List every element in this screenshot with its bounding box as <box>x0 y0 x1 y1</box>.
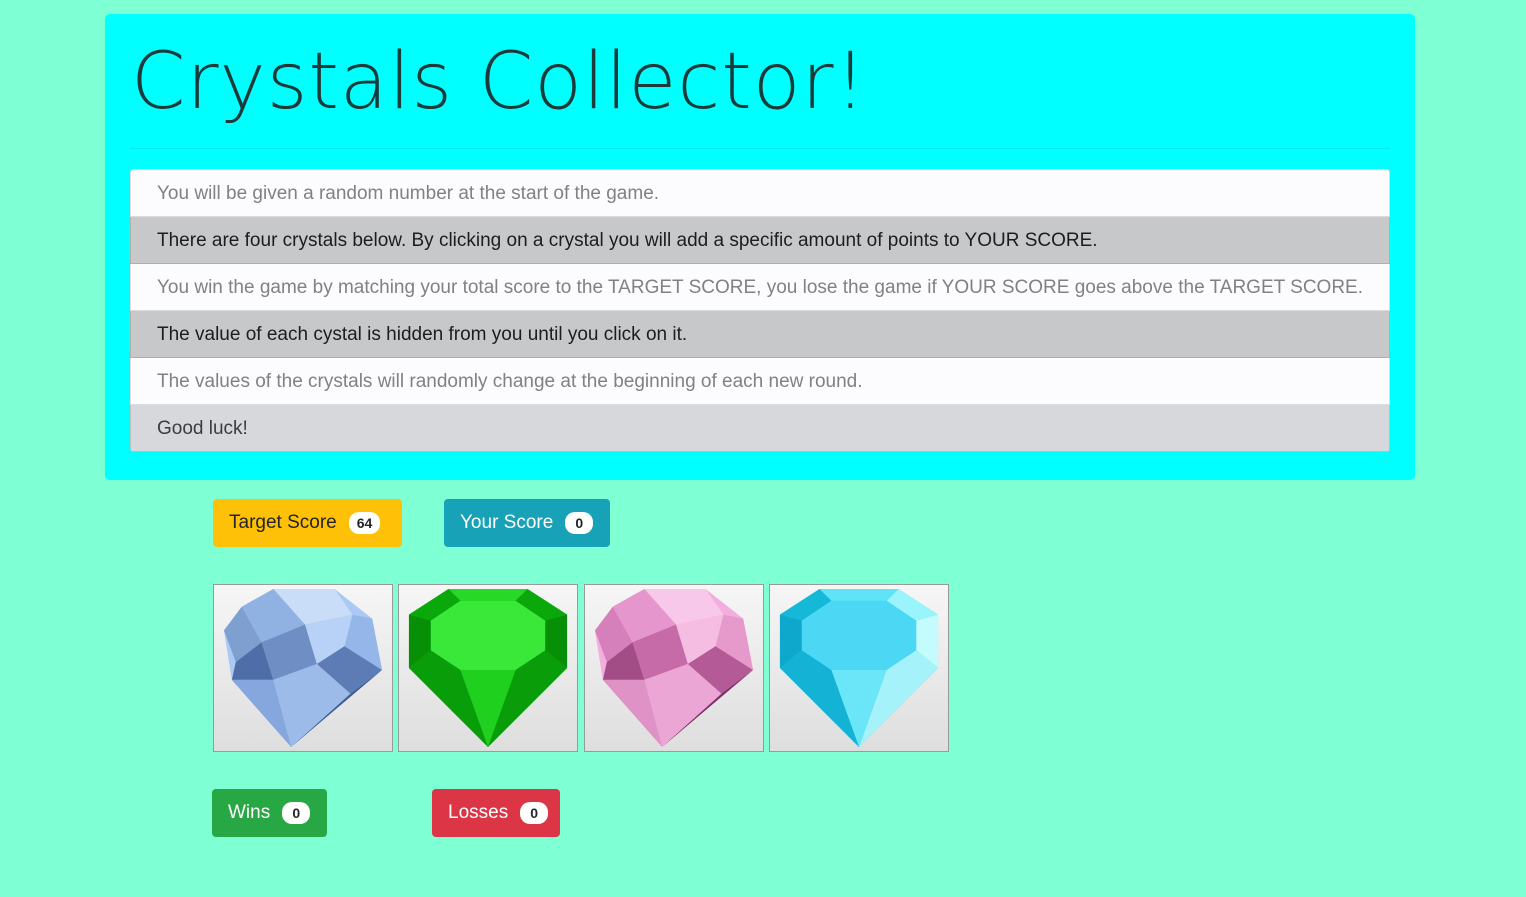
wins-badge: 0 <box>282 802 311 824</box>
list-item: You will be given a random number at the… <box>130 169 1390 217</box>
wins-button[interactable]: Wins 0 <box>212 789 327 837</box>
list-item: Good luck! <box>130 405 1390 452</box>
pink-crystal-icon <box>594 588 754 748</box>
losses-label: Losses <box>448 802 509 823</box>
blue-crystal-icon <box>223 588 383 748</box>
cyan-crystal-icon <box>779 588 939 748</box>
rules-list: You will be given a random number at the… <box>130 169 1390 452</box>
blue-crystal-button[interactable] <box>213 584 393 752</box>
cyan-crystal-button[interactable] <box>769 584 949 752</box>
losses-badge: 0 <box>520 802 549 824</box>
green-crystal-icon <box>408 588 568 748</box>
list-item: The value of each cystal is hidden from … <box>130 311 1390 358</box>
wins-label: Wins <box>228 802 271 823</box>
game-header-panel: Crystals Collector! You will be given a … <box>105 14 1415 480</box>
page-title: Crystals Collector! <box>131 37 867 127</box>
green-crystal-button[interactable] <box>398 584 578 752</box>
target-score-button[interactable]: Target Score 64 <box>213 499 402 547</box>
your-score-badge: 0 <box>565 512 594 534</box>
divider <box>130 148 1390 149</box>
your-score-button[interactable]: Your Score 0 <box>444 499 610 547</box>
losses-button[interactable]: Losses 0 <box>432 789 560 837</box>
list-item: You win the game by matching your total … <box>130 264 1390 311</box>
target-score-badge: 64 <box>348 512 381 534</box>
pink-crystal-button[interactable] <box>584 584 764 752</box>
list-item: There are four crystals below. By clicki… <box>130 217 1390 264</box>
your-score-label: Your Score <box>460 512 554 533</box>
list-item: The values of the crystals will randomly… <box>130 358 1390 405</box>
target-score-label: Target Score <box>229 512 337 533</box>
